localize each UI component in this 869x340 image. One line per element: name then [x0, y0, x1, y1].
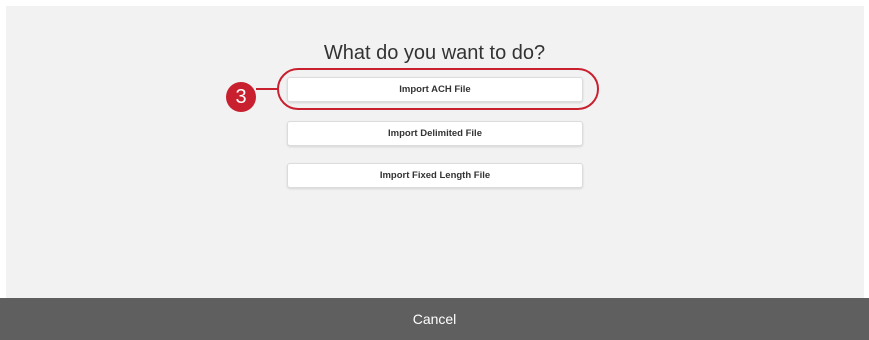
step-number-badge: 3: [226, 82, 256, 112]
import-fixed-length-file-button[interactable]: Import Fixed Length File: [287, 163, 583, 188]
annotation-highlight-ring: [277, 68, 599, 110]
import-delimited-file-button[interactable]: Import Delimited File: [287, 121, 583, 146]
cancel-button[interactable]: Cancel: [0, 298, 869, 340]
dialog-title: What do you want to do?: [323, 42, 546, 64]
annotation-leader-line: [256, 88, 278, 90]
